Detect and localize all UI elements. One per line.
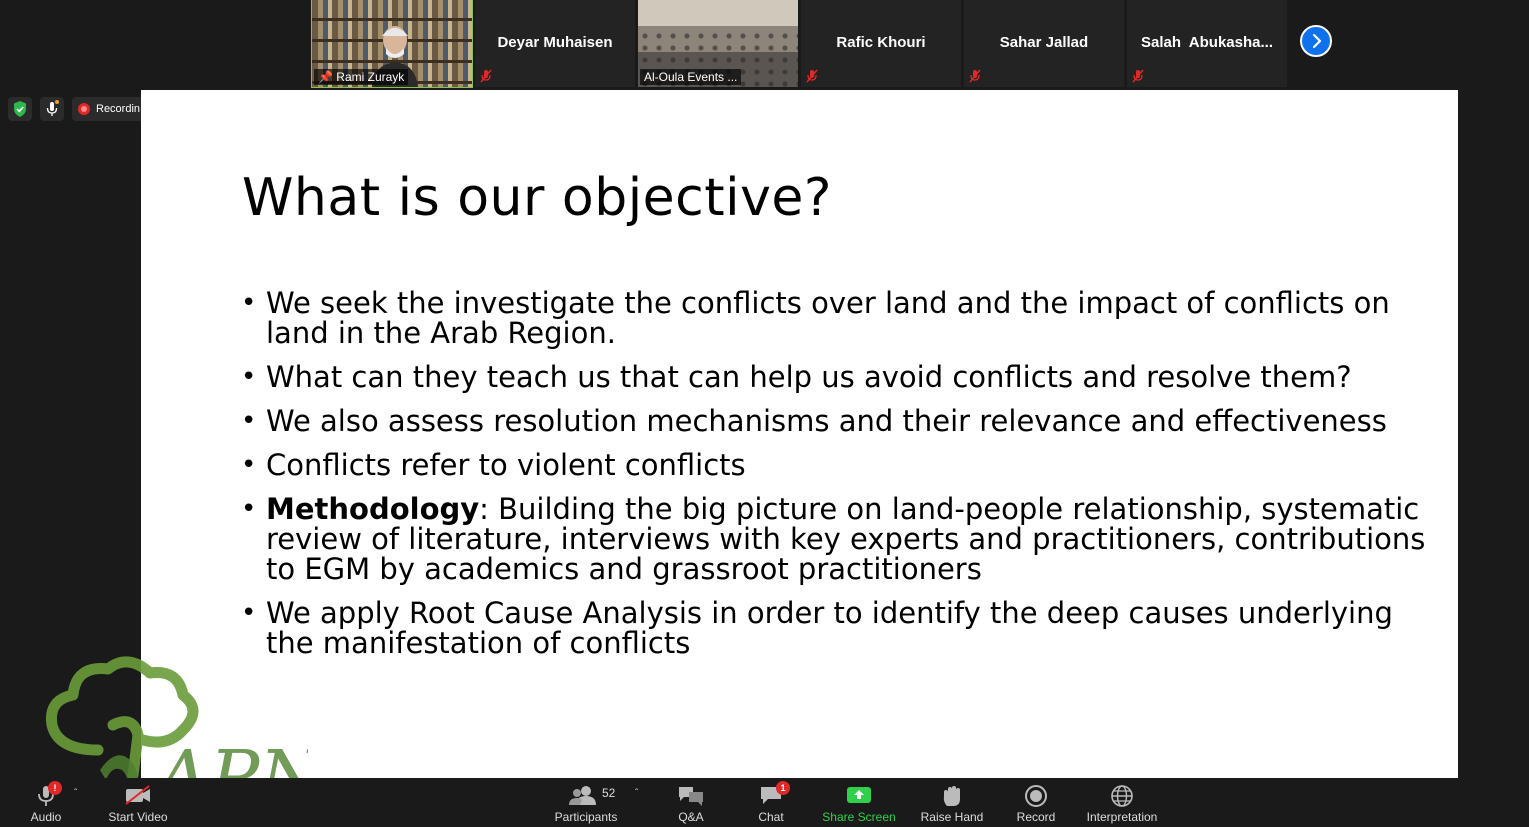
participant-tile-video[interactable]: 📌 Rami Zurayk: [311, 0, 473, 88]
participant-name: Sahar Jallad: [999, 34, 1089, 51]
participants-button[interactable]: 52 Participants: [553, 778, 619, 827]
meeting-toolbar: ! Audio ˆ Start Video 52 Participants ˆ …: [0, 778, 1529, 827]
participant-tile[interactable]: Sahar Jallad: [964, 0, 1124, 87]
participant-tile[interactable]: Deyar Muhaisen: [475, 0, 635, 87]
participant-name: Salah Abukasha...: [1141, 34, 1273, 51]
slide-bullet: We also assess resolution mechanisms and…: [241, 406, 1441, 436]
audio-button[interactable]: ! Audio: [22, 778, 70, 827]
microphone-icon: [46, 100, 59, 116]
audio-options-caret[interactable]: ˆ: [74, 788, 77, 799]
slide-bullet: Methodology: Building the big picture on…: [241, 494, 1441, 584]
security-status[interactable]: [8, 97, 32, 121]
participant-name: Deyar Muhaisen: [497, 34, 613, 51]
slide-bullet: Conflicts refer to violent conflicts: [241, 450, 1441, 480]
qa-button[interactable]: Q&A: [670, 778, 712, 827]
globe-icon: [1111, 785, 1133, 807]
next-participants-button[interactable]: [1300, 25, 1332, 57]
participant-tile-video[interactable]: Al-Oula Events ...: [638, 0, 798, 87]
slide-title: What is our objective?: [242, 168, 832, 228]
participant-strip: 📌 Rami Zurayk Deyar Muhaisen Al-Oula Eve…: [0, 0, 1529, 90]
shared-slide: What is our objective? We seek the inves…: [141, 90, 1458, 778]
share-screen-icon: [847, 787, 871, 803]
qa-icon: [679, 787, 703, 806]
participants-icon: [569, 786, 596, 805]
slide-bullet: We seek the investigate the conflicts ov…: [241, 288, 1441, 348]
muted-mic-icon: [1132, 69, 1144, 83]
raise-hand-icon: [943, 786, 960, 806]
participant-name-tag: 📌 Rami Zurayk: [314, 69, 409, 85]
share-screen-button[interactable]: Share Screen: [820, 778, 898, 827]
raise-hand-button[interactable]: Raise Hand: [918, 778, 986, 827]
chat-button[interactable]: 1 Chat: [750, 778, 792, 827]
video-camera-off-icon: [125, 785, 150, 805]
chevron-right-icon: [1312, 33, 1322, 49]
slide-bullet-list: We seek the investigate the conflicts ov…: [241, 288, 1441, 672]
record-button[interactable]: Record: [1012, 778, 1060, 827]
mic-status[interactable]: [40, 97, 64, 121]
muted-mic-icon: [806, 69, 818, 83]
record-icon: [1025, 785, 1047, 807]
recording-dot-icon: [78, 103, 90, 115]
slide-bullet: We apply Root Cause Analysis in order to…: [241, 598, 1441, 658]
participant-name-tag: Al-Oula Events ...: [640, 69, 742, 85]
audio-alert-badge: !: [48, 781, 62, 795]
chat-unread-badge: 1: [776, 781, 790, 795]
interpretation-button[interactable]: Interpretation: [1082, 778, 1162, 827]
participant-name: Rafic Khouri: [836, 34, 926, 51]
recording-status[interactable]: Recordin: [72, 97, 141, 121]
slide-bullet: What can they teach us that can help us …: [241, 362, 1441, 392]
participant-tile[interactable]: Rafic Khouri: [801, 0, 961, 87]
muted-mic-icon: [480, 69, 492, 83]
participant-tile[interactable]: Salah Abukasha...: [1127, 0, 1287, 87]
pin-icon: 📌: [318, 70, 333, 84]
muted-mic-icon: [969, 69, 981, 83]
recording-label: Recordin: [96, 103, 141, 115]
participants-options-caret[interactable]: ˆ: [635, 788, 638, 799]
participants-count: 52: [602, 786, 616, 800]
start-video-button[interactable]: Start Video: [100, 778, 176, 827]
shield-check-icon: [14, 101, 26, 117]
